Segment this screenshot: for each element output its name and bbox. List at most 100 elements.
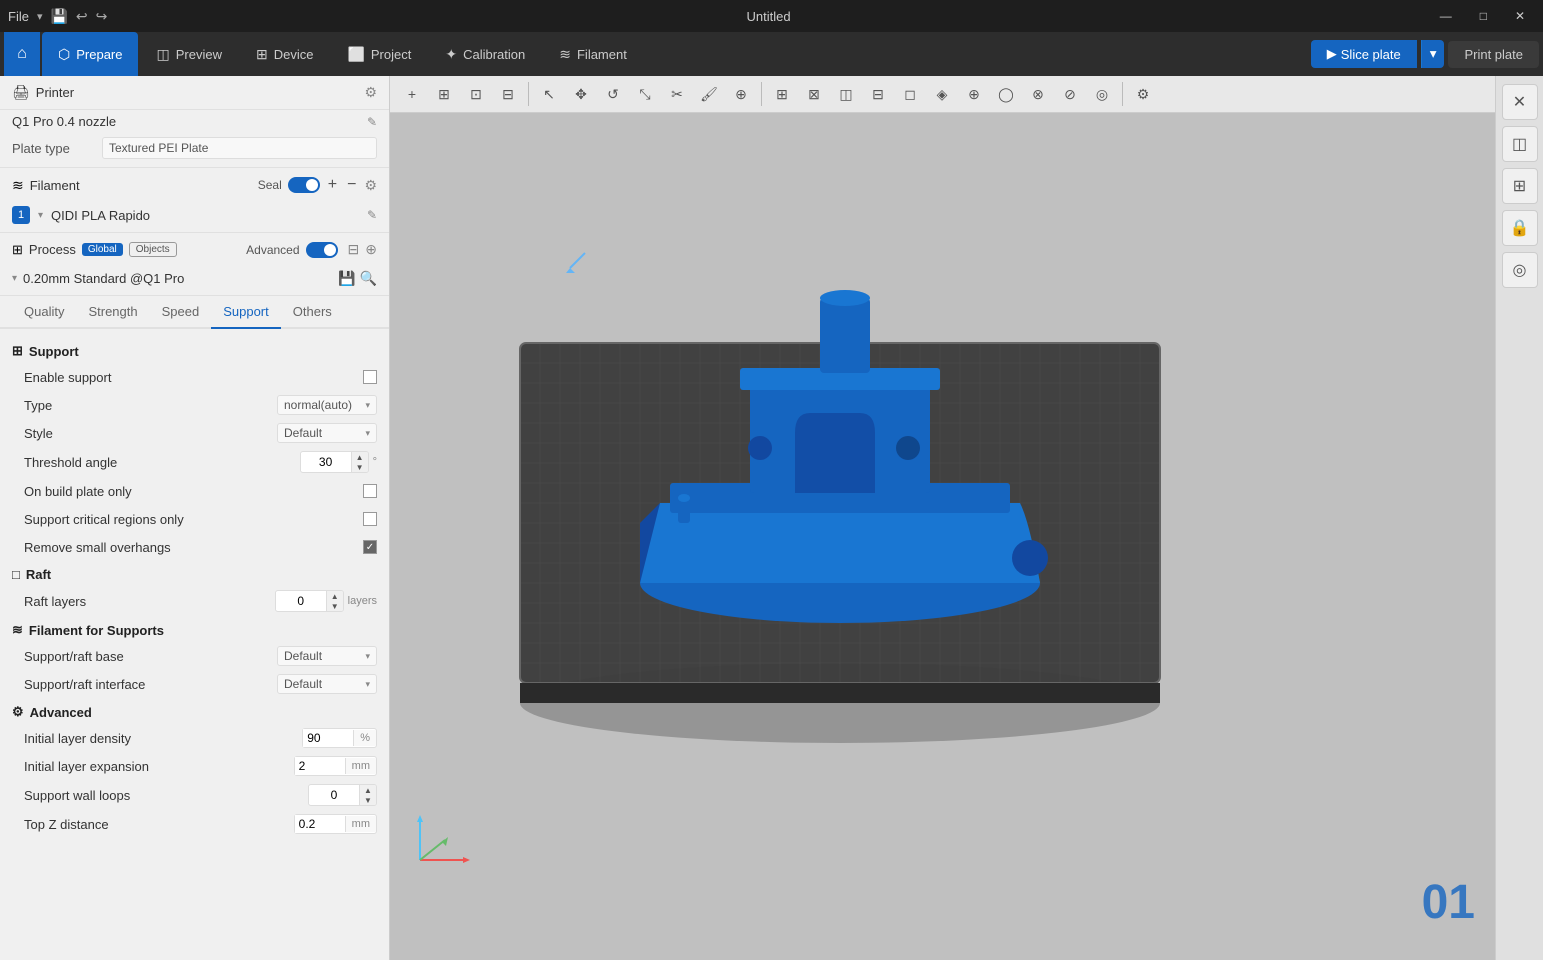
tab-quality[interactable]: Quality xyxy=(12,296,76,329)
threshold-angle-down[interactable]: ▼ xyxy=(352,462,368,472)
support-raft-interface-select[interactable]: Default ▾ xyxy=(277,674,377,694)
type-arrow: ▾ xyxy=(365,400,370,411)
toolbar-support[interactable]: ⊕ xyxy=(727,80,755,108)
view-3d[interactable]: 01 xyxy=(390,113,1495,960)
toolbar-view8[interactable]: ◯ xyxy=(992,80,1020,108)
toolbar-view1[interactable]: ⊞ xyxy=(768,80,796,108)
tab-filament-label: Filament xyxy=(577,47,627,62)
toolbar-paint[interactable]: 🖌 xyxy=(695,80,723,108)
home-button[interactable]: ⌂ xyxy=(4,32,40,76)
plate-type-select[interactable]: Textured PEI Plate xyxy=(102,137,377,159)
filament-header: ≋ Filament Seal + − ⚙ xyxy=(0,168,389,202)
toolbar-view3[interactable]: ◫ xyxy=(832,80,860,108)
threshold-angle-up[interactable]: ▲ xyxy=(352,452,368,462)
sidebar-tool-view[interactable]: ◎ xyxy=(1502,252,1538,288)
support-wall-loops-down[interactable]: ▼ xyxy=(360,795,376,805)
toolbar-select[interactable]: ↖ xyxy=(535,80,563,108)
history-forward-icon[interactable]: ↪ xyxy=(96,8,108,25)
initial-layer-density-input[interactable] xyxy=(303,729,353,747)
toolbar-view4[interactable]: ⊟ xyxy=(864,80,892,108)
initial-layer-expansion-input[interactable] xyxy=(295,757,345,775)
on-build-plate-checkbox[interactable] xyxy=(363,484,377,498)
tag-global[interactable]: Global xyxy=(82,243,123,256)
toolbar-grid[interactable]: ⊞ xyxy=(430,80,458,108)
process-copy-icon[interactable]: ⊟ xyxy=(348,241,360,258)
sidebar-tool-close[interactable]: ✕ xyxy=(1502,84,1538,120)
enable-support-checkbox[interactable] xyxy=(363,370,377,384)
raft-layers-input[interactable] xyxy=(276,592,326,610)
filament-remove-button[interactable]: − xyxy=(345,176,358,194)
filament-edit-icon[interactable]: ✎ xyxy=(367,208,377,222)
toolbar-move[interactable]: ✥ xyxy=(567,80,595,108)
raft-layers-up[interactable]: ▲ xyxy=(327,591,343,601)
tab-calibration[interactable]: ✦ Calibration xyxy=(429,32,541,76)
tab-project[interactable]: ⬜ Project xyxy=(331,32,427,76)
tab-filament[interactable]: ≋ Filament xyxy=(543,32,643,76)
file-menu[interactable]: File xyxy=(8,9,29,24)
tag-objects[interactable]: Objects xyxy=(129,242,177,257)
support-raft-base-row: Support/raft base Default ▾ xyxy=(0,642,389,670)
toolbar-scale[interactable]: ⤡ xyxy=(631,80,659,108)
save-icon[interactable]: 💾 xyxy=(50,8,67,25)
top-z-distance-input[interactable] xyxy=(295,815,345,833)
critical-regions-checkbox[interactable] xyxy=(363,512,377,526)
style-select[interactable]: Default ▾ xyxy=(277,423,377,443)
toolbar-view6[interactable]: ◈ xyxy=(928,80,956,108)
support-wall-loops-row: Support wall loops ▲ ▼ xyxy=(0,780,389,810)
tab-preview[interactable]: ◫ Preview xyxy=(140,32,237,76)
support-wall-loops-input[interactable] xyxy=(309,786,359,804)
seal-label: Seal xyxy=(258,178,282,192)
profile-save-icon[interactable]: 💾 xyxy=(338,270,355,287)
sidebar-tool-lock[interactable]: 🔒 xyxy=(1502,210,1538,246)
support-raft-base-select[interactable]: Default ▾ xyxy=(277,646,377,666)
toolbar-view7[interactable]: ⊕ xyxy=(960,80,988,108)
toolbar-view5[interactable]: ◻ xyxy=(896,80,924,108)
toolbar-orient[interactable]: ⊡ xyxy=(462,80,490,108)
dropdown-arrow[interactable]: ▾ xyxy=(37,10,43,23)
remove-small-label: Remove small overhangs xyxy=(24,540,363,555)
type-select[interactable]: normal(auto) ▾ xyxy=(277,395,377,415)
sidebar-tool-layers[interactable]: ◫ xyxy=(1502,126,1538,162)
history-back-icon[interactable]: ↩ xyxy=(76,8,88,25)
remove-small-checkbox[interactable] xyxy=(363,540,377,554)
filament-settings-icon[interactable]: ⚙ xyxy=(364,177,377,194)
toolbar-settings[interactable]: ⚙ xyxy=(1129,80,1157,108)
toolbar-rotate[interactable]: ↺ xyxy=(599,80,627,108)
tab-speed[interactable]: Speed xyxy=(150,296,212,329)
printer-settings-icon[interactable]: ⚙ xyxy=(364,84,377,101)
printer-edit-icon[interactable]: ✎ xyxy=(367,115,377,129)
tab-strength[interactable]: Strength xyxy=(76,296,149,329)
profile-name: 0.20mm Standard @Q1 Pro xyxy=(23,271,332,286)
top-z-distance-row: Top Z distance mm xyxy=(0,810,389,838)
toolbar-view9[interactable]: ⊗ xyxy=(1024,80,1052,108)
tab-support[interactable]: Support xyxy=(211,296,281,329)
maximize-button[interactable]: □ xyxy=(1470,9,1497,23)
tab-others[interactable]: Others xyxy=(281,296,344,329)
remove-small-row: Remove small overhangs xyxy=(0,533,389,561)
toolbar-arrange[interactable]: ⊟ xyxy=(494,80,522,108)
advanced-toggle[interactable] xyxy=(306,242,338,258)
toolbar-add-model[interactable]: + xyxy=(398,80,426,108)
filament-icon: ≋ xyxy=(12,177,24,194)
seal-toggle[interactable] xyxy=(288,177,320,193)
slice-plate-button[interactable]: ▶ Slice plate xyxy=(1311,40,1417,68)
sidebar-tool-table[interactable]: ⊞ xyxy=(1502,168,1538,204)
raft-layers-down[interactable]: ▼ xyxy=(327,601,343,611)
close-button[interactable]: ✕ xyxy=(1505,9,1535,23)
support-wall-loops-up[interactable]: ▲ xyxy=(360,785,376,795)
toolbar-cut[interactable]: ✂ xyxy=(663,80,691,108)
profile-search-icon[interactable]: 🔍 xyxy=(360,270,377,287)
filament-add-button[interactable]: + xyxy=(326,176,339,194)
toolbar-view2[interactable]: ⊠ xyxy=(800,80,828,108)
slice-dropdown-button[interactable]: ▾ xyxy=(1421,40,1445,68)
toolbar: + ⊞ ⊡ ⊟ ↖ ✥ ↺ ⤡ ✂ 🖌 ⊕ ⊞ ⊠ ◫ ⊟ ◻ ◈ ⊕ ◯ ⊗ … xyxy=(390,76,1495,113)
type-value: normal(auto) xyxy=(284,398,352,412)
threshold-angle-input[interactable] xyxy=(301,453,351,471)
tab-device[interactable]: ⊞ Device xyxy=(240,32,329,76)
minimize-button[interactable]: — xyxy=(1430,9,1462,23)
process-more-icon[interactable]: ⊕ xyxy=(365,241,377,258)
tab-prepare[interactable]: ⬡ Prepare xyxy=(42,32,138,76)
toolbar-view11[interactable]: ◎ xyxy=(1088,80,1116,108)
toolbar-view10[interactable]: ⊘ xyxy=(1056,80,1084,108)
print-plate-button[interactable]: Print plate xyxy=(1448,41,1539,68)
